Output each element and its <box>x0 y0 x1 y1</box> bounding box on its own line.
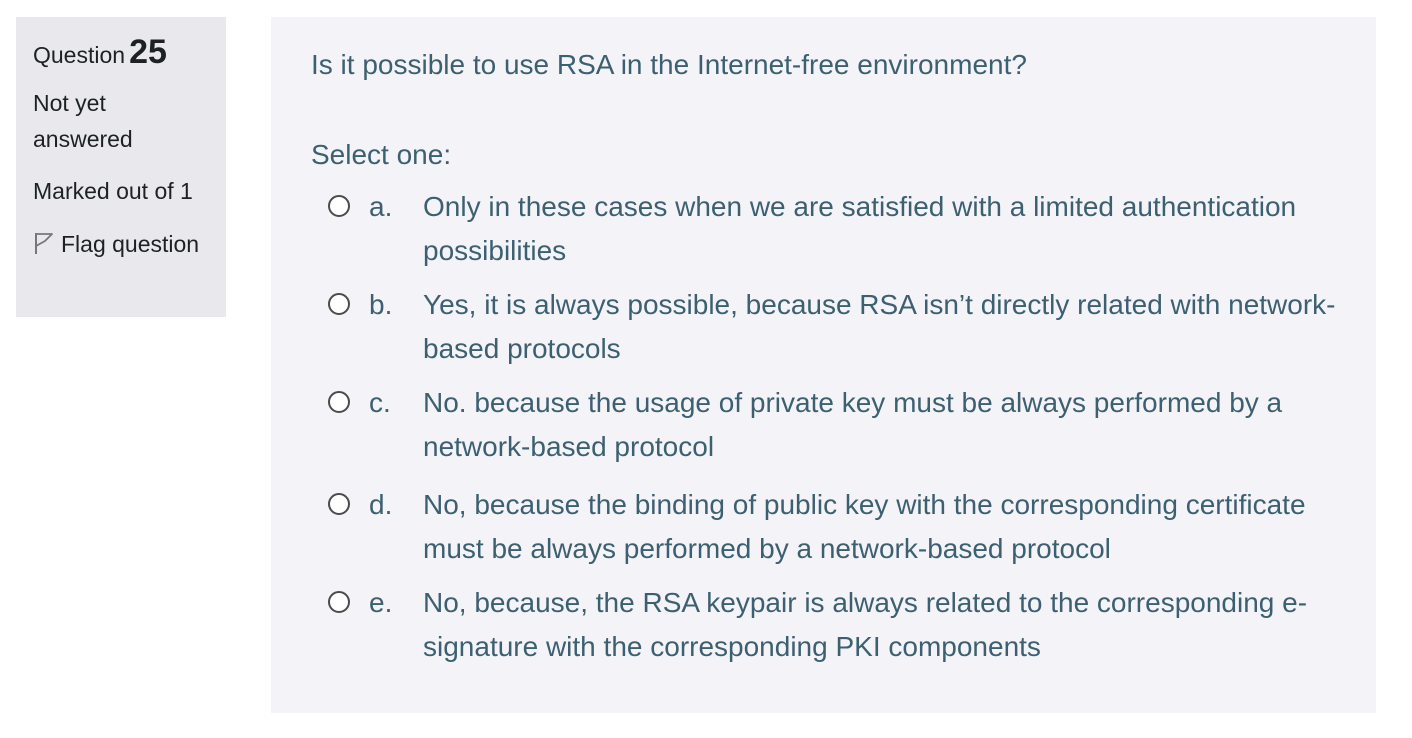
question-info-panel: Question 25 Not yet answered Marked out o… <box>16 17 226 317</box>
answer-option-d[interactable]: d. No, because the binding of public key… <box>311 483 1336 571</box>
radio-button-a[interactable] <box>328 195 350 217</box>
answer-option-b[interactable]: b. Yes, it is always possible, because R… <box>311 283 1336 371</box>
answer-option-c[interactable]: c. No. because the usage of private key … <box>311 381 1336 469</box>
radio-button-b[interactable] <box>328 293 350 315</box>
question-number: 25 <box>129 33 167 71</box>
flag-question-link[interactable]: Flag question <box>33 226 209 265</box>
answer-letter: e. <box>369 587 393 618</box>
radio-button-d[interactable] <box>328 493 350 515</box>
flag-outline-icon <box>33 229 55 265</box>
answer-letter: b. <box>369 289 393 320</box>
answer-list: a. Only in these cases when we are satis… <box>311 185 1336 669</box>
answer-option-a[interactable]: a. Only in these cases when we are satis… <box>311 185 1336 273</box>
select-one-prompt: Select one: <box>311 139 452 170</box>
radio-button-e[interactable] <box>328 591 350 613</box>
answer-text[interactable]: No, because the binding of public key wi… <box>423 483 1336 571</box>
answer-text[interactable]: Yes, it is always possible, because RSA … <box>423 283 1336 371</box>
radio-button-c[interactable] <box>328 391 350 413</box>
answer-letter: c. <box>369 387 391 418</box>
answer-text[interactable]: Only in these cases when we are satisfie… <box>423 185 1336 273</box>
answer-text[interactable]: No, because, the RSA keypair is always r… <box>423 581 1336 669</box>
question-number-heading: Question 25 <box>33 33 209 71</box>
answer-letter: d. <box>369 489 393 520</box>
question-label: Question <box>33 42 126 68</box>
question-state: Not yet answered <box>33 90 133 152</box>
answer-letter: a. <box>369 191 393 222</box>
question-grade: Marked out of 1 <box>33 178 193 204</box>
question-content: Is it possible to use RSA in the Interne… <box>271 17 1376 713</box>
question-text: Is it possible to use RSA in the Interne… <box>311 49 1027 80</box>
flag-question-label: Flag question <box>61 231 200 257</box>
answer-text[interactable]: No. because the usage of private key mus… <box>423 381 1336 469</box>
answer-option-e[interactable]: e. No, because, the RSA keypair is alway… <box>311 581 1336 669</box>
